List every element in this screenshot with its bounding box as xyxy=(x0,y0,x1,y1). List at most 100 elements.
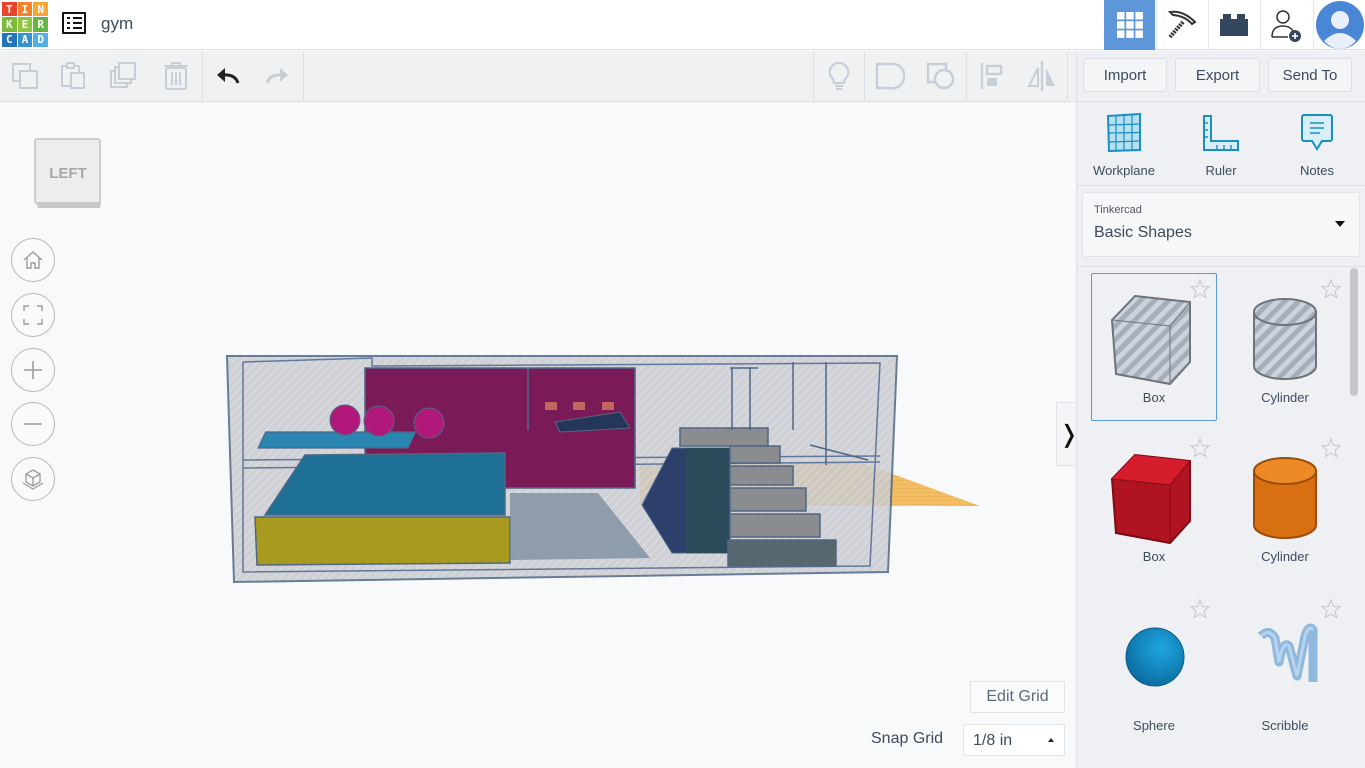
show-all-button[interactable] xyxy=(814,51,864,101)
library-category: Tinkercad xyxy=(1094,204,1142,216)
undo-button[interactable] xyxy=(203,51,253,101)
snap-grid-select[interactable]: 1/8 in xyxy=(963,724,1065,756)
shapes-scrollbar[interactable] xyxy=(1350,268,1358,396)
logo-letter: C xyxy=(2,32,17,47)
minecraft-button[interactable] xyxy=(1156,0,1207,50)
cube-perspective-icon xyxy=(22,469,44,490)
3d-model-scene[interactable] xyxy=(220,350,990,590)
logo-letter: N xyxy=(33,2,48,17)
redo-icon xyxy=(265,68,288,84)
logo-letter: R xyxy=(33,17,48,32)
redo-button[interactable] xyxy=(252,51,302,101)
delete-button[interactable] xyxy=(151,51,201,101)
logo-letter: D xyxy=(33,32,48,47)
logo-letter: A xyxy=(17,32,33,47)
home-view-button[interactable] xyxy=(11,238,55,282)
cylinder-hole-icon xyxy=(1253,298,1317,380)
panel-divider xyxy=(1077,185,1365,186)
yellow-mat xyxy=(254,516,511,566)
favorite-star-icon[interactable] xyxy=(1320,437,1342,463)
zoom-out-button[interactable] xyxy=(11,402,55,446)
notes-label: Notes xyxy=(1300,163,1334,178)
paste-button[interactable] xyxy=(49,51,99,101)
workplane-canvas[interactable]: LEFT ❭ Edit Grid Snap Grid 1/8 in xyxy=(0,102,1082,768)
logo-letter: E xyxy=(17,17,33,32)
notes-icon xyxy=(1301,114,1333,151)
design-list-icon[interactable] xyxy=(62,12,86,34)
favorite-star-icon[interactable] xyxy=(1189,598,1211,624)
panel-divider xyxy=(1077,101,1365,102)
view-cube[interactable]: LEFT xyxy=(34,138,101,208)
favorite-star-icon[interactable] xyxy=(1320,598,1342,624)
user-avatar[interactable] xyxy=(1313,0,1365,50)
snap-grid-value: 1/8 in xyxy=(973,732,1013,749)
workplane-label: Workplane xyxy=(1093,163,1155,178)
edit-toolbar xyxy=(0,51,1076,102)
invite-user-button[interactable] xyxy=(1260,0,1311,50)
edit-grid-button[interactable]: Edit Grid xyxy=(970,681,1065,713)
shape-name: Box xyxy=(1142,549,1166,564)
shape-name: Sphere xyxy=(1133,718,1175,733)
ball xyxy=(363,405,395,437)
shape-cylinder-hole[interactable]: Cylinder xyxy=(1222,273,1348,421)
red-box-icon xyxy=(1110,453,1191,545)
shape-box-hole[interactable]: Box xyxy=(1091,273,1217,421)
shape-sphere[interactable]: Sphere xyxy=(1091,593,1217,741)
zoom-in-button[interactable] xyxy=(11,348,55,392)
mirror-button[interactable] xyxy=(1017,51,1067,101)
shape-name: Cylinder xyxy=(1261,390,1309,405)
fit-view-icon xyxy=(23,305,43,325)
shape-box-solid[interactable]: Box xyxy=(1091,432,1217,580)
logo-letter: K xyxy=(2,17,17,32)
copy-button[interactable] xyxy=(0,51,50,101)
box-hole-icon xyxy=(1110,294,1191,386)
lightbulb-icon xyxy=(828,61,850,90)
plus-icon xyxy=(24,361,42,379)
caret-up-icon xyxy=(1048,738,1054,742)
ball xyxy=(413,407,445,439)
undo-icon xyxy=(217,68,240,84)
perspective-toggle-button[interactable] xyxy=(11,457,55,501)
import-button[interactable]: Import xyxy=(1083,58,1167,92)
ruler-icon xyxy=(1203,115,1239,151)
tinkercad-logo[interactable]: TIN KER CAD xyxy=(2,2,48,47)
library-selected: Basic Shapes xyxy=(1094,224,1192,241)
copy-icon xyxy=(12,63,38,89)
panel-divider xyxy=(1077,266,1365,267)
favorite-star-icon[interactable] xyxy=(1189,437,1211,463)
favorite-star-icon[interactable] xyxy=(1320,278,1342,304)
lego-button[interactable] xyxy=(1208,0,1259,50)
lego-brick-icon xyxy=(1220,14,1248,36)
grid-icon xyxy=(1116,12,1143,38)
ruler-label: Ruler xyxy=(1205,163,1237,178)
home-icon xyxy=(23,251,43,269)
group-icon xyxy=(875,62,905,90)
top-bar: TIN KER CAD gym xyxy=(0,0,1365,50)
shape-name: Cylinder xyxy=(1261,549,1309,564)
logo-letter: I xyxy=(17,2,33,17)
mirror-icon xyxy=(1027,61,1055,91)
trash-icon xyxy=(164,62,188,90)
shape-name: Box xyxy=(1142,390,1166,405)
group-button[interactable] xyxy=(865,51,915,101)
align-button[interactable] xyxy=(967,51,1017,101)
shape-library-dropdown[interactable]: Tinkercad Basic Shapes xyxy=(1082,192,1360,257)
ungroup-icon xyxy=(926,62,955,90)
3d-design-grid-button[interactable] xyxy=(1104,0,1155,50)
shape-name: Scribble xyxy=(1261,718,1309,733)
align-icon xyxy=(980,63,1003,89)
pickaxe-icon xyxy=(1167,10,1197,39)
design-title[interactable]: gym xyxy=(101,14,133,34)
shape-cylinder-solid[interactable]: Cylinder xyxy=(1222,432,1348,580)
favorite-star-icon[interactable] xyxy=(1189,278,1211,304)
fit-all-button[interactable] xyxy=(11,293,55,337)
ungroup-button[interactable] xyxy=(916,51,966,101)
snap-grid-label: Snap Grid xyxy=(871,730,944,747)
toolbar-divider xyxy=(1067,51,1068,101)
shape-scribble[interactable]: Scribble xyxy=(1222,593,1348,741)
duplicate-button[interactable] xyxy=(99,51,149,101)
send-to-button[interactable]: Send To xyxy=(1268,58,1352,92)
sphere-icon xyxy=(1125,627,1185,687)
blue-mat xyxy=(263,452,506,516)
export-button[interactable]: Export xyxy=(1175,58,1260,92)
